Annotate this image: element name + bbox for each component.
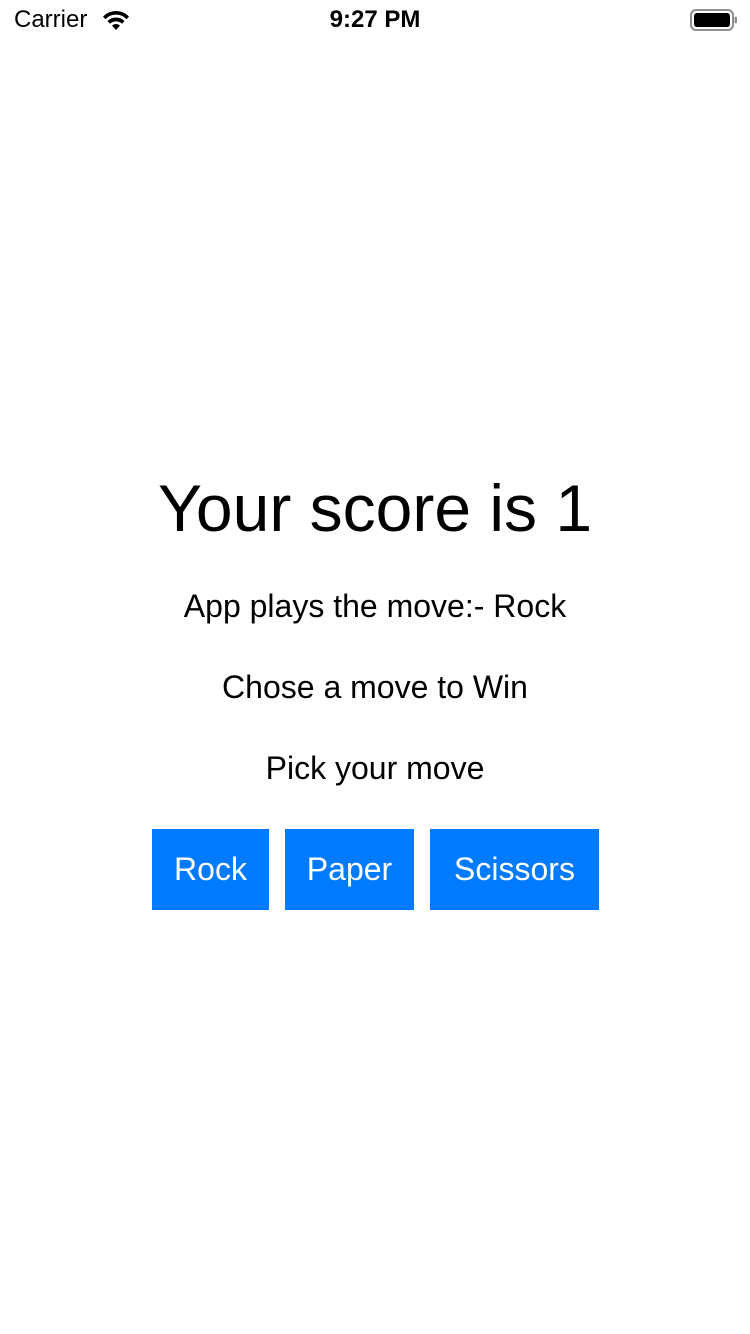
clock: 9:27 PM: [329, 6, 421, 33]
rock-button[interactable]: Rock: [152, 829, 269, 910]
pick-move-label: Pick your move: [265, 750, 485, 786]
instruction-label: Chose a move to Win: [222, 669, 528, 705]
scissors-button[interactable]: Scissors: [430, 829, 599, 910]
app-move-label: App plays the move:- Rock: [183, 588, 567, 624]
status-bar: Carrier 9:27 PM: [0, 0, 750, 40]
paper-button[interactable]: Paper: [285, 829, 414, 910]
battery-icon: [690, 9, 737, 31]
score-label: Your score is 1: [157, 471, 593, 545]
